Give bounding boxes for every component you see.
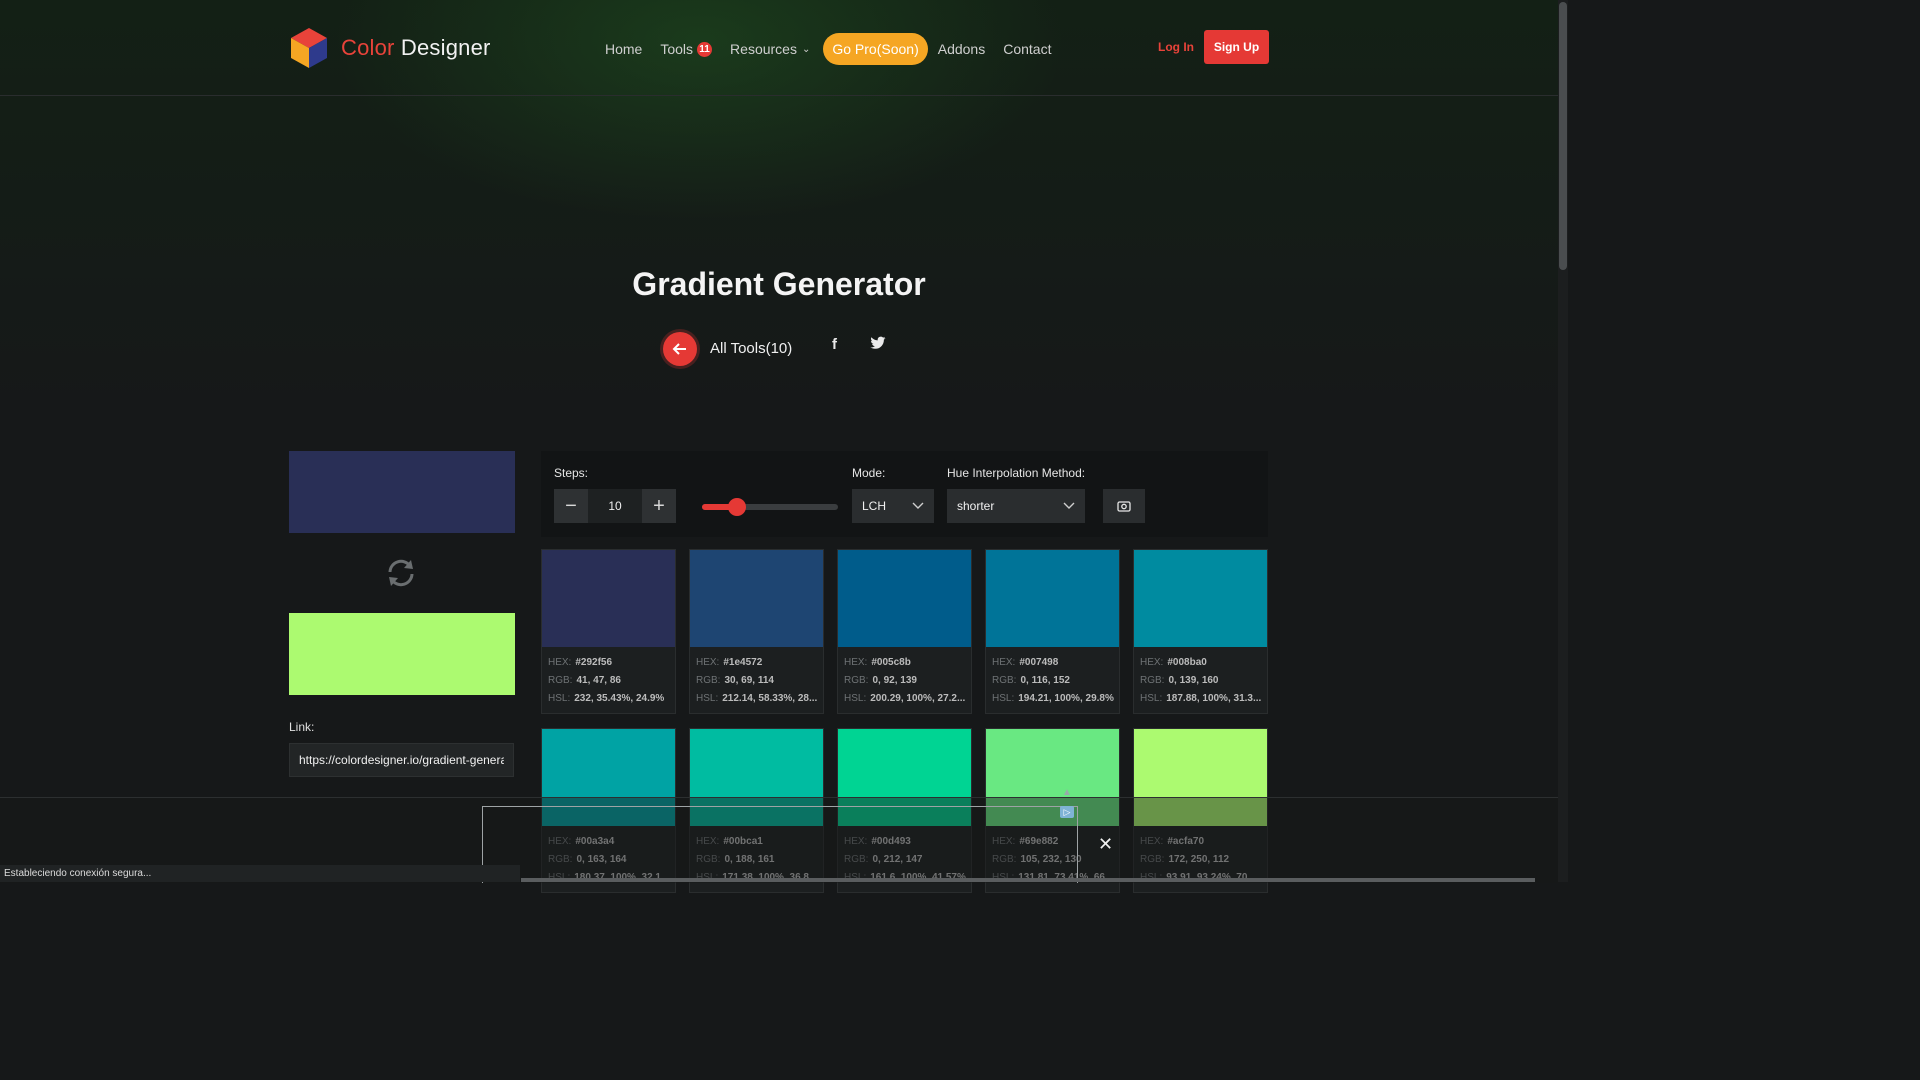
hex-row: HEX: #008ba0 (1140, 657, 1207, 668)
color-card-info: HEX: #008ba0 RGB: 0, 139, 160 HSL: 187.88, 10… (1134, 647, 1267, 708)
hsl-value[interactable]: 187.88, 100%, 31.3... (1166, 693, 1261, 704)
color-card[interactable]: HEX: #007498 RGB: 0, 116, 152 HSL: 194.21, 10… (985, 549, 1120, 714)
hex-value[interactable]: #008ba0 (1167, 657, 1206, 668)
nav-resources-label: Resources (730, 41, 797, 57)
logo-text: Color Designer (341, 35, 491, 60)
start-color-swatch[interactable] (289, 451, 515, 533)
nav-home[interactable]: Home (605, 41, 642, 57)
color-card-info: HEX: #007498 RGB: 0, 116, 152 HSL: 194.21, 10… (986, 647, 1119, 708)
login-link[interactable]: Log In (1158, 40, 1194, 54)
hsl-value[interactable]: 194.21, 100%, 29.8% (1018, 693, 1114, 704)
logo[interactable]: Color Designer (289, 26, 491, 70)
steps-value[interactable]: 10 (588, 489, 642, 523)
rgb-row: RGB: 0, 139, 160 (1140, 675, 1219, 686)
steps-slider[interactable] (702, 498, 838, 516)
screenshot-icon (1117, 501, 1131, 512)
nav-addons[interactable]: Addons (938, 41, 985, 57)
ad-info-icon[interactable]: ▷ (1060, 806, 1074, 818)
vertical-scrollbar[interactable] (1558, 0, 1568, 882)
rgb-row: RGB: 30, 69, 114 (696, 675, 774, 686)
tools-count-badge: 11 (697, 41, 713, 57)
share-link-input[interactable] (289, 743, 514, 777)
nav-resources[interactable]: Resources ⌄ (730, 41, 810, 57)
all-tools-link[interactable]: All Tools(10) (710, 340, 792, 357)
steps-stepper: − 10 + (554, 489, 676, 523)
steps-label: Steps: (554, 466, 589, 480)
swap-icon[interactable] (384, 556, 418, 595)
hsl-row: HSL: 232, 35.43%, 24.9% (548, 693, 665, 704)
color-card-swatch[interactable] (986, 550, 1119, 647)
rgb-row: RGB: 0, 92, 139 (844, 675, 917, 686)
chevron-down-icon (1063, 502, 1075, 509)
color-card-swatch[interactable] (1134, 550, 1267, 647)
color-card-info: HEX: #292f56 RGB: 41, 47, 86 HSL: 232, 35.43%… (542, 647, 675, 708)
color-card[interactable]: HEX: #292f56 RGB: 41, 47, 86 HSL: 232, 35.43%… (541, 549, 676, 714)
end-color-swatch[interactable] (289, 613, 515, 695)
hsl-value[interactable]: 232, 35.43%, 24.9% (574, 693, 664, 704)
back-button[interactable] (663, 332, 697, 366)
hsl-row: HSL: 200.29, 100%, 27.2... (844, 693, 966, 704)
chevron-down-icon: ⌄ (801, 43, 811, 55)
scrollbar-thumb[interactable] (1559, 2, 1567, 270)
hex-value[interactable]: #005c8b (871, 657, 910, 668)
color-card-swatch[interactable] (690, 550, 823, 647)
steps-increment-button[interactable]: + (642, 489, 676, 523)
hex-row: HEX: #292f56 (548, 657, 613, 668)
hsl-row: HSL: 212.14, 58.33%, 28... (696, 693, 818, 704)
steps-decrement-button[interactable]: − (554, 489, 588, 523)
signup-button[interactable]: Sign Up (1204, 30, 1269, 64)
close-icon[interactable]: ✕ (1098, 834, 1113, 855)
hsl-row: HSL: 187.88, 100%, 31.3... (1140, 693, 1262, 704)
horizontal-scrollbar[interactable] (521, 878, 1535, 882)
hsl-value[interactable]: 212.14, 58.33%, 28... (722, 693, 817, 704)
main-nav: Home Tools 11 Resources ⌄ Go Pro(Soon) A… (605, 33, 1069, 65)
nav-tools[interactable]: Tools 11 (660, 41, 713, 57)
go-pro-button[interactable]: Go Pro(Soon) (823, 33, 928, 65)
hex-row: HEX: #005c8b (844, 657, 911, 668)
color-card[interactable]: HEX: #005c8b RGB: 0, 92, 139 HSL: 200.29, 100… (837, 549, 972, 714)
mode-label: Mode: (852, 466, 886, 480)
rgb-value[interactable]: 30, 69, 114 (724, 675, 774, 686)
rgb-value[interactable]: 0, 139, 160 (1168, 675, 1218, 686)
hue-method-select[interactable]: shorter (947, 489, 1085, 523)
hex-row: HEX: #007498 (992, 657, 1059, 668)
hex-row: HEX: #1e4572 (696, 657, 763, 668)
logo-cube-icon (291, 28, 327, 68)
chevron-down-icon (912, 502, 924, 509)
link-label: Link: (289, 720, 315, 734)
color-card[interactable]: HEX: #1e4572 RGB: 30, 69, 114 HSL: 212.14, 58… (689, 549, 824, 714)
color-card-swatch[interactable] (542, 550, 675, 647)
color-card-swatch[interactable] (838, 550, 971, 647)
rgb-value[interactable]: 41, 47, 86 (576, 675, 620, 686)
color-card-info: HEX: #1e4572 RGB: 30, 69, 114 HSL: 212.14, 58… (690, 647, 823, 708)
color-card-info: HEX: #005c8b RGB: 0, 92, 139 HSL: 200.29, 100… (838, 647, 971, 708)
nav-contact[interactable]: Contact (1003, 41, 1051, 57)
page-title: Gradient Generator (632, 266, 926, 302)
hex-value[interactable]: #1e4572 (723, 657, 762, 668)
screenshot-button[interactable] (1103, 489, 1145, 523)
site-header: Color Designer Home Tools 11 Resources ⌄… (0, 0, 1558, 96)
rgb-row: RGB: 41, 47, 86 (548, 675, 621, 686)
browser-status-bar: Estableciendo conexión segura... (0, 865, 520, 882)
hue-method-value: shorter (957, 499, 995, 513)
rgb-row: RGB: 0, 116, 152 (992, 675, 1070, 686)
hue-method-label: Hue Interpolation Method: (947, 466, 1086, 480)
twitter-icon[interactable] (870, 336, 886, 355)
hsl-row: HSL: 194.21, 100%, 29.8% (992, 693, 1114, 704)
ad-marker-icon: ▲ (1062, 787, 1072, 798)
mode-select-value: LCH (862, 499, 887, 513)
hex-value[interactable]: #007498 (1019, 657, 1058, 668)
rgb-value[interactable]: 0, 116, 152 (1020, 675, 1070, 686)
rgb-value[interactable]: 0, 92, 139 (872, 675, 916, 686)
nav-tools-label: Tools (660, 41, 694, 57)
arrow-left-icon (672, 343, 686, 355)
hex-value[interactable]: #292f56 (575, 657, 612, 668)
mode-select[interactable]: LCH (852, 489, 934, 523)
ad-frame[interactable] (482, 806, 1078, 883)
color-card[interactable]: HEX: #008ba0 RGB: 0, 139, 160 HSL: 187.88, 10… (1133, 549, 1268, 714)
hsl-value[interactable]: 200.29, 100%, 27.2... (870, 693, 965, 704)
facebook-icon[interactable]: f (832, 336, 837, 353)
